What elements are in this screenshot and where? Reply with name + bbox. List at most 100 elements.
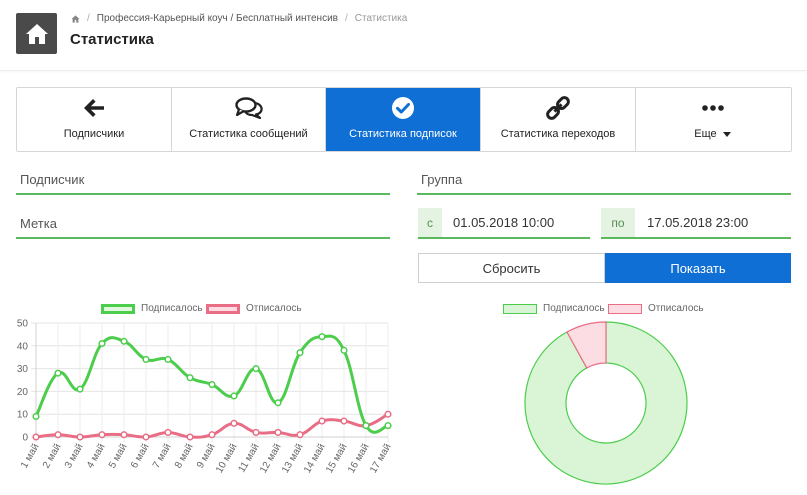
- legend-swatch-unsubscribed: [206, 303, 240, 314]
- data-point[interactable]: [252, 365, 260, 373]
- legend-swatch-unsubscribed: [608, 303, 642, 314]
- data-point[interactable]: [98, 431, 106, 439]
- legend-subscribed[interactable]: Подписалось: [101, 303, 203, 314]
- subscriber-placeholder: Подписчик: [20, 172, 85, 187]
- data-point[interactable]: [230, 392, 238, 400]
- data-point[interactable]: [120, 337, 128, 345]
- x-tick-label: 8 май: [173, 442, 196, 470]
- show-button[interactable]: Показать: [605, 253, 791, 283]
- data-point[interactable]: [318, 333, 326, 341]
- data-point[interactable]: [164, 355, 172, 364]
- date-to-underline: [601, 237, 791, 239]
- breadcrumb-home-icon[interactable]: [71, 14, 80, 23]
- x-tick-label: 4 май: [85, 442, 108, 470]
- legend-label: Подписалось: [141, 303, 203, 314]
- ellipsis-icon: [701, 105, 724, 111]
- caret-down-icon: [722, 131, 731, 137]
- data-point[interactable]: [54, 369, 62, 377]
- legend-swatch-subscribed: [101, 303, 135, 314]
- tag-field[interactable]: Метка: [16, 211, 390, 239]
- data-point[interactable]: [384, 410, 392, 418]
- x-tick-label: 6 май: [129, 442, 152, 470]
- breadcrumb: / Профессия-Карьерный коуч / Бесплатный …: [71, 13, 407, 24]
- data-point[interactable]: [76, 385, 84, 393]
- data-point[interactable]: [164, 428, 172, 436]
- x-tick-label: 5 май: [107, 442, 130, 470]
- breadcrumb-item-project[interactable]: Профессия-Карьерный коуч / Бесплатный ин…: [97, 13, 338, 24]
- tab-click-stats[interactable]: Статистика переходов: [481, 88, 636, 151]
- data-point[interactable]: [142, 355, 150, 364]
- data-point[interactable]: [54, 431, 62, 439]
- data-point[interactable]: [318, 417, 326, 425]
- home-icon: [25, 23, 48, 44]
- date-to-input[interactable]: 17.05.2018 23:00: [647, 215, 748, 230]
- data-point[interactable]: [98, 339, 106, 348]
- data-point[interactable]: [296, 349, 304, 357]
- tab-label: Еще: [694, 128, 717, 140]
- legend-label: Отписалось: [246, 303, 302, 314]
- data-point[interactable]: [208, 381, 216, 389]
- tab-label: Статистика сообщений: [189, 128, 308, 140]
- arrow-left-icon: [84, 99, 104, 117]
- data-point[interactable]: [230, 419, 238, 427]
- reset-button[interactable]: Сбросить: [418, 253, 605, 283]
- data-point[interactable]: [32, 433, 40, 441]
- pie-legend-unsubscribed[interactable]: Отписалось: [608, 303, 704, 314]
- comments-icon: [234, 97, 263, 119]
- page-title: Статистика: [70, 31, 154, 48]
- y-tick-label: 40: [17, 341, 29, 352]
- x-tick-label: 17 май: [368, 442, 393, 475]
- subscriptions-line-chart: 0 10 20 30 40 50 1 май 2 май 3 май 4 май 5 май 6 ма…: [17, 319, 394, 476]
- date-from-prefix: с: [418, 208, 442, 237]
- x-tick-label: 2 май: [41, 442, 64, 470]
- legend-unsubscribed[interactable]: Отписалось: [206, 303, 302, 314]
- page-header: / Профессия-Карьерный коуч / Бесплатный …: [0, 0, 807, 71]
- data-point[interactable]: [384, 422, 392, 430]
- data-point[interactable]: [186, 433, 194, 441]
- home-button[interactable]: [16, 13, 57, 54]
- tab-label: Подписчики: [63, 128, 125, 140]
- tab-label: Статистика переходов: [500, 128, 616, 140]
- pie-legend-subscribed[interactable]: Подписалось: [503, 303, 605, 314]
- tab-message-stats[interactable]: Статистика сообщений: [172, 88, 326, 151]
- data-point[interactable]: [252, 428, 260, 436]
- date-from-underline: [418, 237, 590, 239]
- tab-subscription-stats[interactable]: Статистика подписок: [326, 88, 481, 151]
- x-tick-label: 7 май: [151, 442, 174, 470]
- y-tick-label: 20: [17, 387, 29, 398]
- data-point[interactable]: [76, 433, 84, 441]
- data-point[interactable]: [296, 431, 304, 439]
- y-tick-label: 50: [17, 319, 29, 330]
- x-tick-label: 3 май: [63, 442, 86, 470]
- legend-label: Подписалось: [543, 303, 605, 314]
- data-point[interactable]: [274, 428, 282, 436]
- data-point[interactable]: [362, 422, 370, 430]
- breadcrumb-separator: /: [87, 13, 90, 24]
- data-point[interactable]: [274, 399, 282, 407]
- subscriber-field[interactable]: Подписчик: [16, 167, 390, 195]
- y-tick-label: 0: [22, 433, 28, 444]
- tab-more-dropdown[interactable]: Еще: [636, 88, 789, 151]
- data-point[interactable]: [340, 346, 348, 354]
- data-point[interactable]: [208, 431, 216, 439]
- legend-label: Отписалось: [648, 303, 704, 314]
- date-to-prefix: по: [601, 208, 635, 237]
- data-point[interactable]: [32, 412, 40, 421]
- tag-placeholder: Метка: [20, 216, 57, 231]
- breadcrumb-separator: /: [344, 13, 348, 24]
- y-tick-label: 30: [17, 364, 29, 375]
- data-point[interactable]: [142, 433, 150, 441]
- date-from-input[interactable]: 01.05.2018 10:00: [453, 215, 554, 230]
- data-point[interactable]: [186, 374, 194, 382]
- data-point[interactable]: [120, 431, 128, 439]
- group-field[interactable]: Группа: [417, 167, 791, 195]
- group-placeholder: Группа: [421, 172, 463, 187]
- tab-subscribers[interactable]: Подписчики: [17, 88, 172, 151]
- check-circle-icon: [392, 97, 414, 119]
- legend-swatch-subscribed: [503, 303, 537, 314]
- subscriptions-doughnut-chart: [524, 321, 688, 485]
- x-tick-label: 1 май: [19, 442, 42, 470]
- data-point[interactable]: [340, 417, 348, 425]
- x-tick-label: 9 май: [195, 442, 218, 470]
- link-icon: [546, 96, 570, 120]
